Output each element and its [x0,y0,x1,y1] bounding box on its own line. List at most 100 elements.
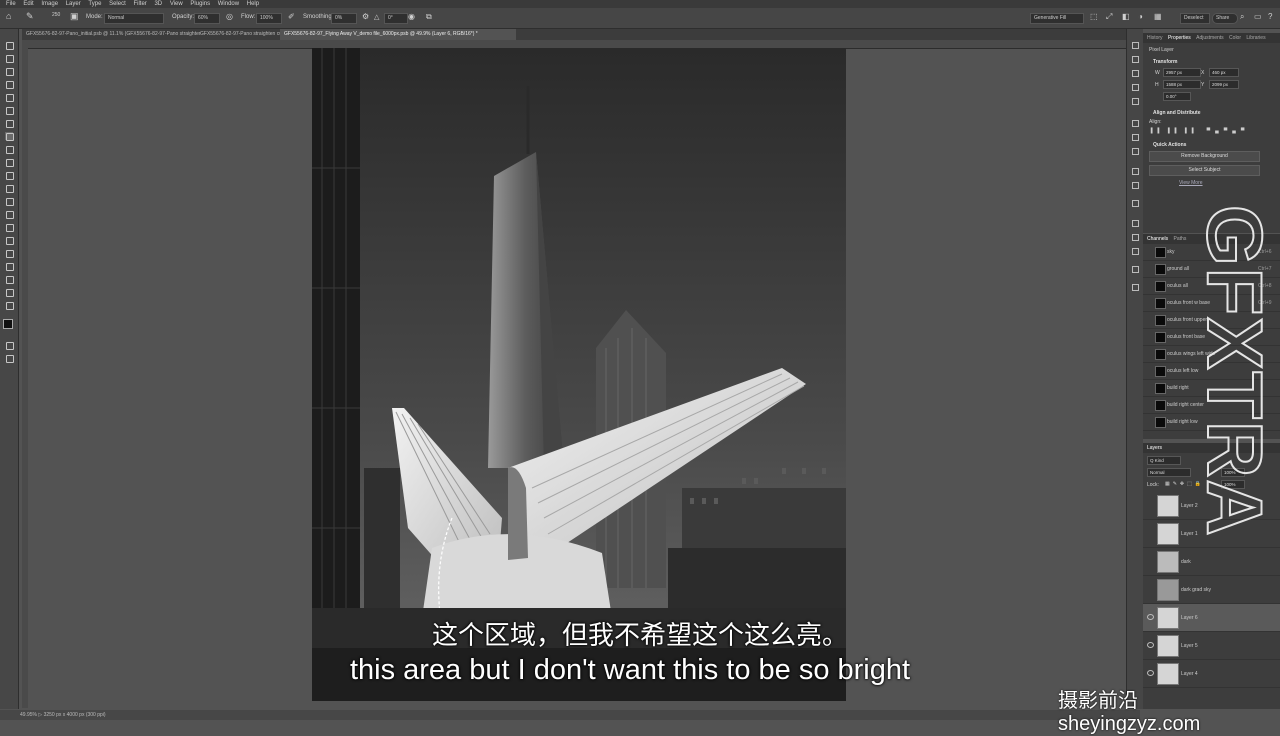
brush-size[interactable]: 250 [52,12,60,18]
layer-filter-kind[interactable]: Q Kind [1147,456,1181,465]
mask-icon[interactable]: ◧ [1122,12,1130,21]
screen-mode-icon[interactable] [5,354,14,363]
generative-fill-button[interactable]: Generative Fill [1030,13,1084,24]
foreground-color-swatch[interactable] [3,319,13,329]
hand-tool-icon[interactable] [5,275,14,284]
smoothing-field[interactable]: 0% [331,13,357,24]
workspace-icon[interactable]: ▭ [1254,12,1262,21]
tab-layers[interactable]: Layers [1147,445,1162,451]
angle-field[interactable]: 0.00° [1163,92,1191,101]
menu-3d[interactable]: 3D [154,0,162,8]
select-icon[interactable]: ⬚ [1090,12,1098,21]
tab-flying-away[interactable]: GFX55676-82-97_Flying Away V_demo file_6… [280,29,516,40]
view-more-link[interactable]: View More [1179,180,1280,186]
healing-tool-icon[interactable] [5,119,14,128]
brush-settings-panel-icon[interactable] [1131,83,1139,91]
history-brush-tool-icon[interactable] [5,158,14,167]
home-icon[interactable]: ⌂ [6,11,11,21]
tab-properties[interactable]: Properties [1168,35,1191,41]
remove-background-button[interactable]: Remove Background [1149,151,1260,162]
tab-adjustments[interactable]: Adjustments [1196,35,1224,41]
type-tool-icon[interactable] [5,236,14,245]
menu-image[interactable]: Image [41,0,58,8]
angle-field[interactable]: 0° [384,13,408,24]
tab-paths[interactable]: Paths [1174,236,1187,242]
menu-filter[interactable]: Filter [133,0,146,8]
move-tool-icon[interactable] [5,41,14,50]
eyedropper-tool-icon[interactable] [5,106,14,115]
help-icon[interactable]: ? [1268,12,1272,21]
search-icon[interactable]: ⌕ [1240,12,1244,22]
paragraph-icon[interactable] [1131,133,1139,141]
play-icon[interactable] [1131,283,1139,291]
airbrush-icon[interactable]: ✐ [288,12,295,21]
flow-field[interactable]: 100% [256,13,282,24]
history-icon[interactable] [1131,41,1139,49]
pressure-opacity-icon[interactable]: ◎ [226,12,233,21]
fill-icon[interactable]: ▦ [1154,12,1162,21]
crop-tool-icon[interactable] [5,93,14,102]
menu-view[interactable]: View [170,0,183,8]
clone-stamp-tool-icon[interactable] [5,145,14,154]
x-field[interactable]: 460 px [1209,68,1239,77]
tab-pano-initial[interactable]: GFX55676-82-97-Pano_initial.psb @ 11.1% … [22,29,200,40]
pen-tool-icon[interactable] [5,223,14,232]
symmetry-icon[interactable]: ⧉ [426,12,432,22]
layer-row[interactable]: dark grad sky [1143,576,1280,604]
brush-settings-icon[interactable]: ▣ [70,11,79,22]
lasso-tool-icon[interactable] [5,67,14,76]
width-field[interactable]: 2957 px [1163,68,1201,77]
3d-icon[interactable] [1131,265,1139,273]
menu-layer[interactable]: Layer [66,0,81,8]
document-canvas[interactable] [312,48,846,701]
gear-icon[interactable]: ⚙ [362,12,369,21]
paths-icon[interactable] [1131,167,1139,175]
deselect-button[interactable]: Deselect [1180,13,1210,24]
menu-file[interactable]: File [6,0,16,8]
actions-icon[interactable] [1131,219,1139,227]
select-subject-button[interactable]: Select Subject [1149,165,1260,176]
menu-window[interactable]: Window [218,0,239,8]
transform-icon[interactable]: ⤢ [1106,12,1112,22]
tab-channels[interactable]: Channels [1147,236,1168,242]
styles-icon[interactable] [1131,181,1139,189]
path-select-tool-icon[interactable] [5,249,14,258]
swatches-icon[interactable] [1131,147,1139,155]
info-icon[interactable] [1131,69,1139,77]
opacity-field[interactable]: 60% [194,13,220,24]
dodge-tool-icon[interactable] [5,210,14,219]
tab-history[interactable]: History [1147,35,1163,41]
menu-help[interactable]: Help [247,0,259,8]
menu-type[interactable]: Type [88,0,101,8]
eraser-tool-icon[interactable] [5,171,14,180]
adjustments-icon[interactable] [1131,199,1139,207]
invert-icon[interactable]: ◑ [1138,12,1143,21]
layer-row[interactable]: dark [1143,548,1280,576]
zoom-tool-icon[interactable] [5,288,14,297]
navigator-icon[interactable] [1131,247,1139,255]
character-icon[interactable] [1131,97,1139,105]
blend-mode-select[interactable]: Normal [1147,468,1191,477]
share-button[interactable]: Share [1212,13,1238,24]
tab-color[interactable]: Color [1229,35,1241,41]
tab-libraries[interactable]: Libraries [1246,35,1265,41]
menu-select[interactable]: Select [109,0,126,8]
menu-edit[interactable]: Edit [23,0,33,8]
gradient-tool-icon[interactable] [5,184,14,193]
blur-tool-icon[interactable] [5,197,14,206]
glyphs-icon[interactable] [1131,119,1139,127]
brush-tool-icon-active[interactable] [5,132,14,141]
shape-tool-icon[interactable] [5,262,14,271]
brush-tool-icon[interactable]: ✎ [26,11,34,22]
quick-mask-icon[interactable] [5,341,14,350]
pressure-size-icon[interactable]: ◉ [408,12,415,21]
tab-pano-straighten[interactable]: GFX55676-82-97-Pano straighten curve, RG… [196,29,286,40]
y-field[interactable]: 2099 px [1209,80,1239,89]
menu-plugins[interactable]: Plugins [190,0,210,8]
height-field[interactable]: 1588 px [1163,80,1201,89]
timeline-icon[interactable] [1131,233,1139,241]
edit-toolbar-icon[interactable] [5,301,14,310]
align-buttons[interactable]: ▐▌▐▌▐▌ ▀▄▀▄▀ [1149,128,1280,136]
marquee-tool-icon[interactable] [5,54,14,63]
object-select-tool-icon[interactable] [5,80,14,89]
